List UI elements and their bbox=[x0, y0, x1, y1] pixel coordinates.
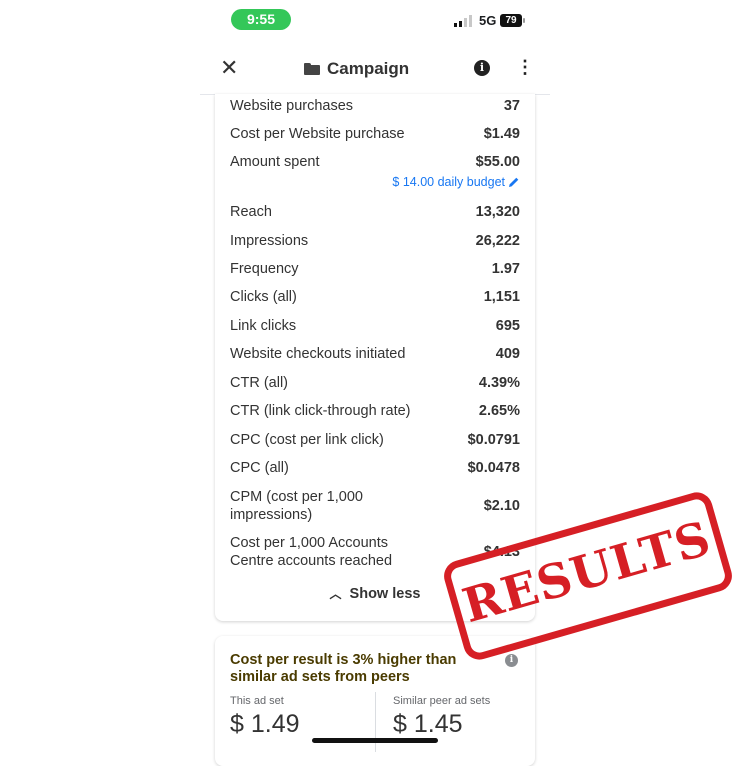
metric-value: 4.39% bbox=[478, 375, 520, 391]
pencil-icon bbox=[509, 177, 519, 187]
this-ad-set-label: This ad set bbox=[230, 695, 284, 707]
nav-bar: ✕ Campaign i ⋮ bbox=[200, 48, 550, 95]
divider bbox=[375, 692, 376, 752]
metric-label: Reach bbox=[230, 204, 272, 220]
metric-value: 1.97 bbox=[491, 261, 520, 277]
metric-label: CTR (link click-through rate) bbox=[230, 403, 411, 419]
metric-label: CPC (all) bbox=[230, 460, 289, 476]
peer-ad-sets-value: $ 1.45 bbox=[393, 710, 463, 738]
metric-value: $0.0478 bbox=[467, 460, 520, 476]
metric-label: Cost per 1,000 Accounts Centre accounts … bbox=[230, 535, 393, 569]
chevron-up-icon: ︿ bbox=[329, 587, 342, 601]
this-ad-set-value: $ 1.49 bbox=[230, 710, 300, 738]
metric-row: Website purchases 37 bbox=[230, 97, 520, 115]
metric-value: $2.10 bbox=[483, 498, 520, 514]
metric-label: CTR (all) bbox=[230, 375, 288, 391]
metric-label: CPM (cost per 1,000 impressions) bbox=[230, 489, 363, 523]
metric-row: CPC (cost per link click) $0.0791 bbox=[230, 431, 520, 449]
peer-comparison-title: Cost per result is 3% higher than simila… bbox=[230, 652, 457, 685]
metric-row: Website checkouts initiated 409 bbox=[230, 345, 520, 363]
metric-value: $55.00 bbox=[475, 154, 520, 170]
page-title: Campaign bbox=[327, 59, 410, 78]
metric-label: Link clicks bbox=[230, 318, 297, 334]
metric-row: CTR (all) 4.39% bbox=[230, 374, 520, 392]
metric-label: Clicks (all) bbox=[230, 289, 297, 305]
status-bar: 9:55 5G 79 bbox=[0, 0, 750, 40]
metric-label: Impressions bbox=[230, 233, 309, 249]
metric-value: 13,320 bbox=[475, 204, 520, 220]
metric-label: Amount spent bbox=[230, 154, 320, 170]
metric-row: CPC (all) $0.0478 bbox=[230, 459, 520, 477]
metric-row: Cost per Website purchase $1.49 bbox=[230, 125, 520, 143]
battery-icon: 79 bbox=[500, 14, 525, 27]
status-time: 9:55 bbox=[231, 9, 291, 30]
info-icon[interactable]: i bbox=[505, 654, 518, 667]
metric-row: Frequency 1.97 bbox=[230, 260, 520, 278]
metric-row: Link clicks 695 bbox=[230, 317, 520, 335]
more-vertical-icon[interactable]: ⋮ bbox=[516, 56, 534, 78]
home-indicator bbox=[312, 738, 438, 743]
metric-row: Amount spent $55.00 bbox=[230, 153, 520, 171]
metric-value: 695 bbox=[495, 318, 520, 334]
metric-row: Reach 13,320 bbox=[230, 203, 520, 221]
metric-value: 409 bbox=[495, 346, 520, 362]
signal-icon bbox=[454, 15, 472, 27]
metric-label: CPC (cost per link click) bbox=[230, 432, 384, 448]
daily-budget-label: $ 14.00 daily budget bbox=[392, 175, 505, 189]
metric-label: Frequency bbox=[230, 261, 299, 277]
info-icon[interactable]: i bbox=[474, 60, 490, 76]
metric-value: 2.65% bbox=[478, 403, 520, 419]
folder-icon bbox=[304, 63, 320, 75]
metric-row: CTR (link click-through rate) 2.65% bbox=[230, 402, 520, 420]
metric-label: Website checkouts initiated bbox=[230, 346, 406, 362]
peer-ad-sets-label: Similar peer ad sets bbox=[393, 695, 491, 707]
metric-row: CPM (cost per 1,000 impressions) $2.10 bbox=[230, 488, 520, 524]
show-less-label: Show less bbox=[349, 586, 421, 602]
nav-title-group: Campaign bbox=[304, 59, 409, 79]
metric-value: $0.0791 bbox=[467, 432, 520, 448]
network-label: 5G bbox=[479, 13, 497, 28]
metric-label: Website purchases bbox=[230, 98, 354, 114]
metric-row: Impressions 26,222 bbox=[230, 232, 520, 250]
metric-value: $1.49 bbox=[483, 126, 520, 142]
metric-value: 26,222 bbox=[475, 233, 520, 249]
metric-row: Clicks (all) 1,151 bbox=[230, 288, 520, 306]
close-icon[interactable]: ✕ bbox=[220, 57, 238, 79]
metric-value: 1,151 bbox=[483, 289, 520, 305]
metrics-card: Website purchases 37 Cost per Website pu… bbox=[215, 94, 535, 621]
metric-label: Cost per Website purchase bbox=[230, 126, 405, 142]
metric-value: 37 bbox=[503, 98, 520, 114]
daily-budget-link[interactable]: $ 14.00 daily budget bbox=[392, 175, 520, 189]
